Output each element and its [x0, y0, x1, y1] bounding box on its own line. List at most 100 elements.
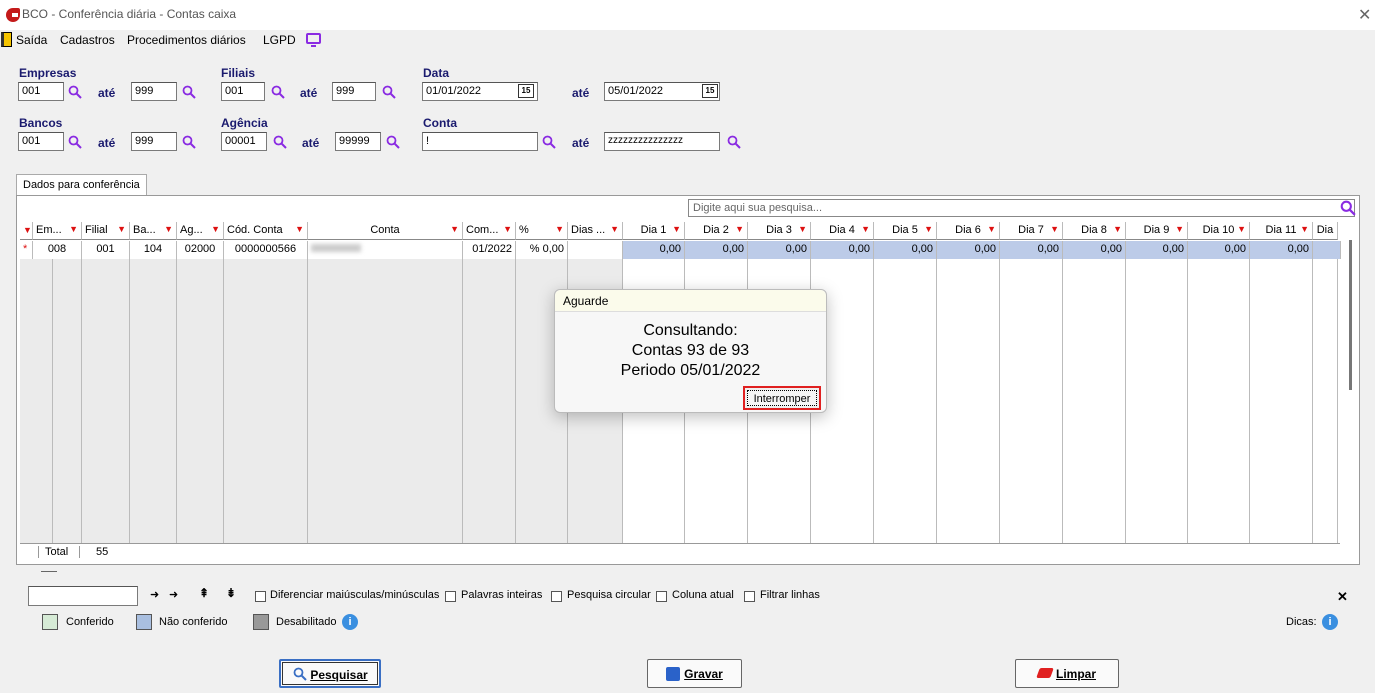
filter-icon[interactable]: ▼: [924, 224, 933, 234]
search-icon[interactable]: [68, 85, 82, 99]
table-cell[interactable]: 0,00: [1188, 241, 1250, 259]
table-cell[interactable]: [308, 241, 463, 259]
column-header[interactable]: Com... ▼: [463, 222, 516, 240]
filter-icon[interactable]: ▼: [735, 224, 744, 234]
find-next-icon[interactable]: ➜: [150, 588, 159, 601]
filter-icon[interactable]: ▼: [798, 224, 807, 234]
filter-icon[interactable]: ▼: [1175, 224, 1184, 234]
column-header[interactable]: Dia 9 ▼: [1126, 222, 1188, 240]
search-icon[interactable]: [182, 135, 196, 149]
filter-icon[interactable]: ▼: [69, 224, 78, 234]
table-cell[interactable]: 0,00: [1126, 241, 1188, 259]
search-icon[interactable]: [1340, 200, 1356, 216]
search-icon[interactable]: [182, 85, 196, 99]
table-cell[interactable]: % 0,00: [516, 241, 568, 259]
bancos-to-input[interactable]: 999: [131, 132, 177, 151]
header-marker[interactable]: ▼: [20, 222, 33, 240]
filter-icon[interactable]: ▼: [1113, 224, 1122, 234]
table-cell[interactable]: 0,00: [874, 241, 937, 259]
filter-icon[interactable]: ▼: [672, 224, 681, 234]
menu-saida[interactable]: Saída: [16, 33, 47, 47]
filter-icon[interactable]: ▼: [861, 224, 870, 234]
interromper-button[interactable]: Interromper: [743, 386, 821, 410]
pesquisar-button[interactable]: Pesquisar: [279, 659, 381, 688]
menu-cadastros[interactable]: Cadastros: [60, 33, 115, 47]
column-header[interactable]: Conta ▼: [308, 222, 463, 240]
filter-icon[interactable]: ▼: [117, 224, 126, 234]
filter-icon[interactable]: ▼: [1300, 224, 1309, 234]
filiais-to-input[interactable]: 999: [332, 82, 376, 101]
info-icon[interactable]: i: [1322, 614, 1338, 630]
empresas-from-input[interactable]: 001: [18, 82, 64, 101]
column-header[interactable]: Dia: [1313, 222, 1338, 240]
table-cell[interactable]: 0,00: [748, 241, 811, 259]
filter-icon[interactable]: ▼: [987, 224, 996, 234]
checkbox-filter-lines[interactable]: [744, 591, 755, 602]
filter-icon[interactable]: ▼: [211, 224, 220, 234]
column-header[interactable]: Em... ▼: [33, 222, 82, 240]
filter-icon[interactable]: ▼: [610, 224, 619, 234]
column-header[interactable]: Dia 8 ▼: [1063, 222, 1126, 240]
column-header[interactable]: Dia 5 ▼: [874, 222, 937, 240]
calendar-icon[interactable]: 15: [518, 84, 534, 98]
find-prev-icon[interactable]: ➜: [169, 588, 178, 601]
empresas-to-input[interactable]: 999: [131, 82, 177, 101]
table-cell[interactable]: 0,00: [623, 241, 685, 259]
filter-icon[interactable]: ▼: [295, 224, 304, 234]
find-input[interactable]: [28, 586, 138, 606]
table-cell[interactable]: [1313, 241, 1341, 259]
column-header[interactable]: Filial ▼: [82, 222, 130, 240]
agencia-to-input[interactable]: 99999: [335, 132, 381, 151]
search-icon[interactable]: [273, 135, 287, 149]
menu-procedimentos[interactable]: Procedimentos diários: [127, 33, 246, 47]
filiais-from-input[interactable]: 001: [221, 82, 265, 101]
last-icon[interactable]: ⇟: [226, 586, 236, 600]
column-header[interactable]: Dia 6 ▼: [937, 222, 1000, 240]
search-icon[interactable]: [386, 135, 400, 149]
table-cell[interactable]: 0,00: [811, 241, 874, 259]
table-cell[interactable]: 0000000566: [224, 241, 308, 259]
checkbox-whole-words[interactable]: [445, 591, 456, 602]
checkbox-current-column[interactable]: [656, 591, 667, 602]
column-header[interactable]: Dias ... ▼: [568, 222, 623, 240]
table-cell[interactable]: 02000: [177, 241, 224, 259]
search-icon[interactable]: [382, 85, 396, 99]
limpar-button[interactable]: Limpar: [1015, 659, 1119, 688]
info-icon[interactable]: i: [342, 614, 358, 630]
filter-icon[interactable]: ▼: [503, 224, 512, 234]
menu-lgpd[interactable]: LGPD: [263, 33, 296, 47]
search-icon[interactable]: [271, 85, 285, 99]
table-cell[interactable]: 001: [82, 241, 130, 259]
calendar-icon[interactable]: 15: [702, 84, 718, 98]
gravar-button[interactable]: Gravar: [647, 659, 742, 688]
table-cell[interactable]: 0,00: [937, 241, 1000, 259]
monitor-icon[interactable]: [306, 33, 321, 47]
checkbox-circular[interactable]: [551, 591, 562, 602]
filter-icon[interactable]: ▼: [450, 224, 459, 234]
table-cell[interactable]: 0,00: [1063, 241, 1126, 259]
column-header[interactable]: Dia 11 ▼: [1250, 222, 1313, 240]
table-cell[interactable]: 0,00: [685, 241, 748, 259]
table-cell[interactable]: 104: [130, 241, 177, 259]
column-header[interactable]: Cód. Conta ▼: [224, 222, 308, 240]
filter-icon[interactable]: ▼: [164, 224, 173, 234]
column-header[interactable]: Dia 7 ▼: [1000, 222, 1063, 240]
column-header[interactable]: Dia 4 ▼: [811, 222, 874, 240]
search-icon[interactable]: [542, 135, 556, 149]
table-cell[interactable]: 01/2022: [463, 241, 516, 259]
bancos-from-input[interactable]: 001: [18, 132, 64, 151]
column-header[interactable]: Ba... ▼: [130, 222, 177, 240]
column-header[interactable]: Ag... ▼: [177, 222, 224, 240]
column-header[interactable]: % ▼: [516, 222, 568, 240]
table-cell[interactable]: 008: [33, 241, 82, 259]
column-header[interactable]: Dia 3 ▼: [748, 222, 811, 240]
conta-to-input[interactable]: zzzzzzzzzzzzzzz: [604, 132, 720, 151]
exit-icon[interactable]: [1, 32, 12, 47]
close-find-icon[interactable]: ✕: [1337, 589, 1348, 605]
filter-icon[interactable]: ▼: [1237, 224, 1246, 234]
search-icon[interactable]: [727, 135, 741, 149]
table-cell[interactable]: 0,00: [1250, 241, 1313, 259]
grid-search-input[interactable]: Digite aqui sua pesquisa...: [688, 199, 1355, 217]
tab-dados-conferencia[interactable]: Dados para conferência: [16, 174, 147, 196]
table-cell[interactable]: [568, 241, 623, 259]
